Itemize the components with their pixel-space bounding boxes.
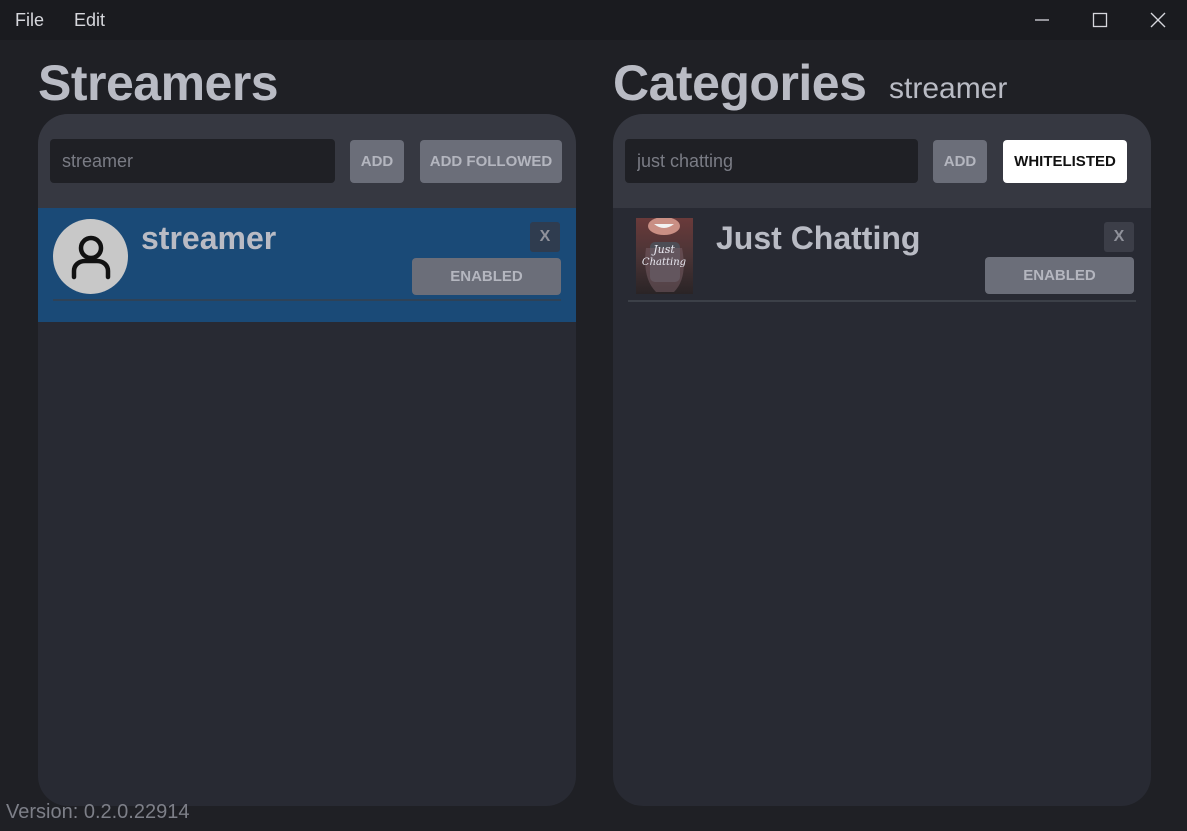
menu-file[interactable]: File	[15, 10, 44, 31]
streamer-row[interactable]: streamer X ENABLED	[38, 208, 576, 322]
user-icon	[71, 235, 110, 279]
add-category-button[interactable]: ADD	[933, 140, 987, 183]
close-window-button[interactable]	[1129, 0, 1187, 40]
category-row[interactable]: Just Chatting Just Chatting X ENABLED	[613, 208, 1151, 322]
category-search-input[interactable]	[625, 139, 918, 183]
svg-text:Chatting: Chatting	[642, 257, 686, 268]
minimize-icon	[1035, 19, 1049, 21]
categories-panel-header: ADD WHITELISTED	[613, 114, 1151, 208]
whitelist-mode-button[interactable]: WHITELISTED	[1003, 140, 1127, 183]
title-bar: File Edit	[0, 0, 1187, 40]
categories-title: Categories	[613, 55, 867, 111]
maximize-icon	[1092, 12, 1108, 28]
category-name: Just Chatting	[716, 220, 921, 256]
add-streamer-button[interactable]: ADD	[350, 140, 404, 183]
svg-text:Just: Just	[651, 243, 675, 256]
streamers-panel: ADD ADD FOLLOWED streamer X ENABLED	[38, 114, 576, 806]
streamer-search-input[interactable]	[50, 139, 335, 183]
categories-panel: ADD WHITELISTED Just Chatting	[613, 114, 1151, 806]
avatar	[53, 219, 128, 294]
categories-context: streamer	[889, 72, 1008, 105]
maximize-button[interactable]	[1071, 0, 1129, 40]
row-divider	[53, 299, 561, 301]
streamer-name: streamer	[141, 220, 277, 256]
add-followed-button[interactable]: ADD FOLLOWED	[420, 140, 562, 183]
menu-edit[interactable]: Edit	[74, 10, 105, 31]
remove-category-button[interactable]: X	[1104, 222, 1134, 252]
streamers-panel-header: ADD ADD FOLLOWED	[38, 114, 576, 208]
streamer-enabled-toggle[interactable]: ENABLED	[412, 258, 561, 295]
streamers-title: Streamers	[38, 55, 279, 111]
row-divider	[628, 300, 1136, 302]
category-thumbnail: Just Chatting	[636, 218, 693, 294]
remove-streamer-button[interactable]: X	[530, 222, 560, 252]
category-enabled-toggle[interactable]: ENABLED	[985, 257, 1134, 294]
minimize-button[interactable]	[1013, 0, 1071, 40]
close-icon	[1150, 12, 1166, 28]
version-label: Version: 0.2.0.22914	[6, 801, 190, 823]
